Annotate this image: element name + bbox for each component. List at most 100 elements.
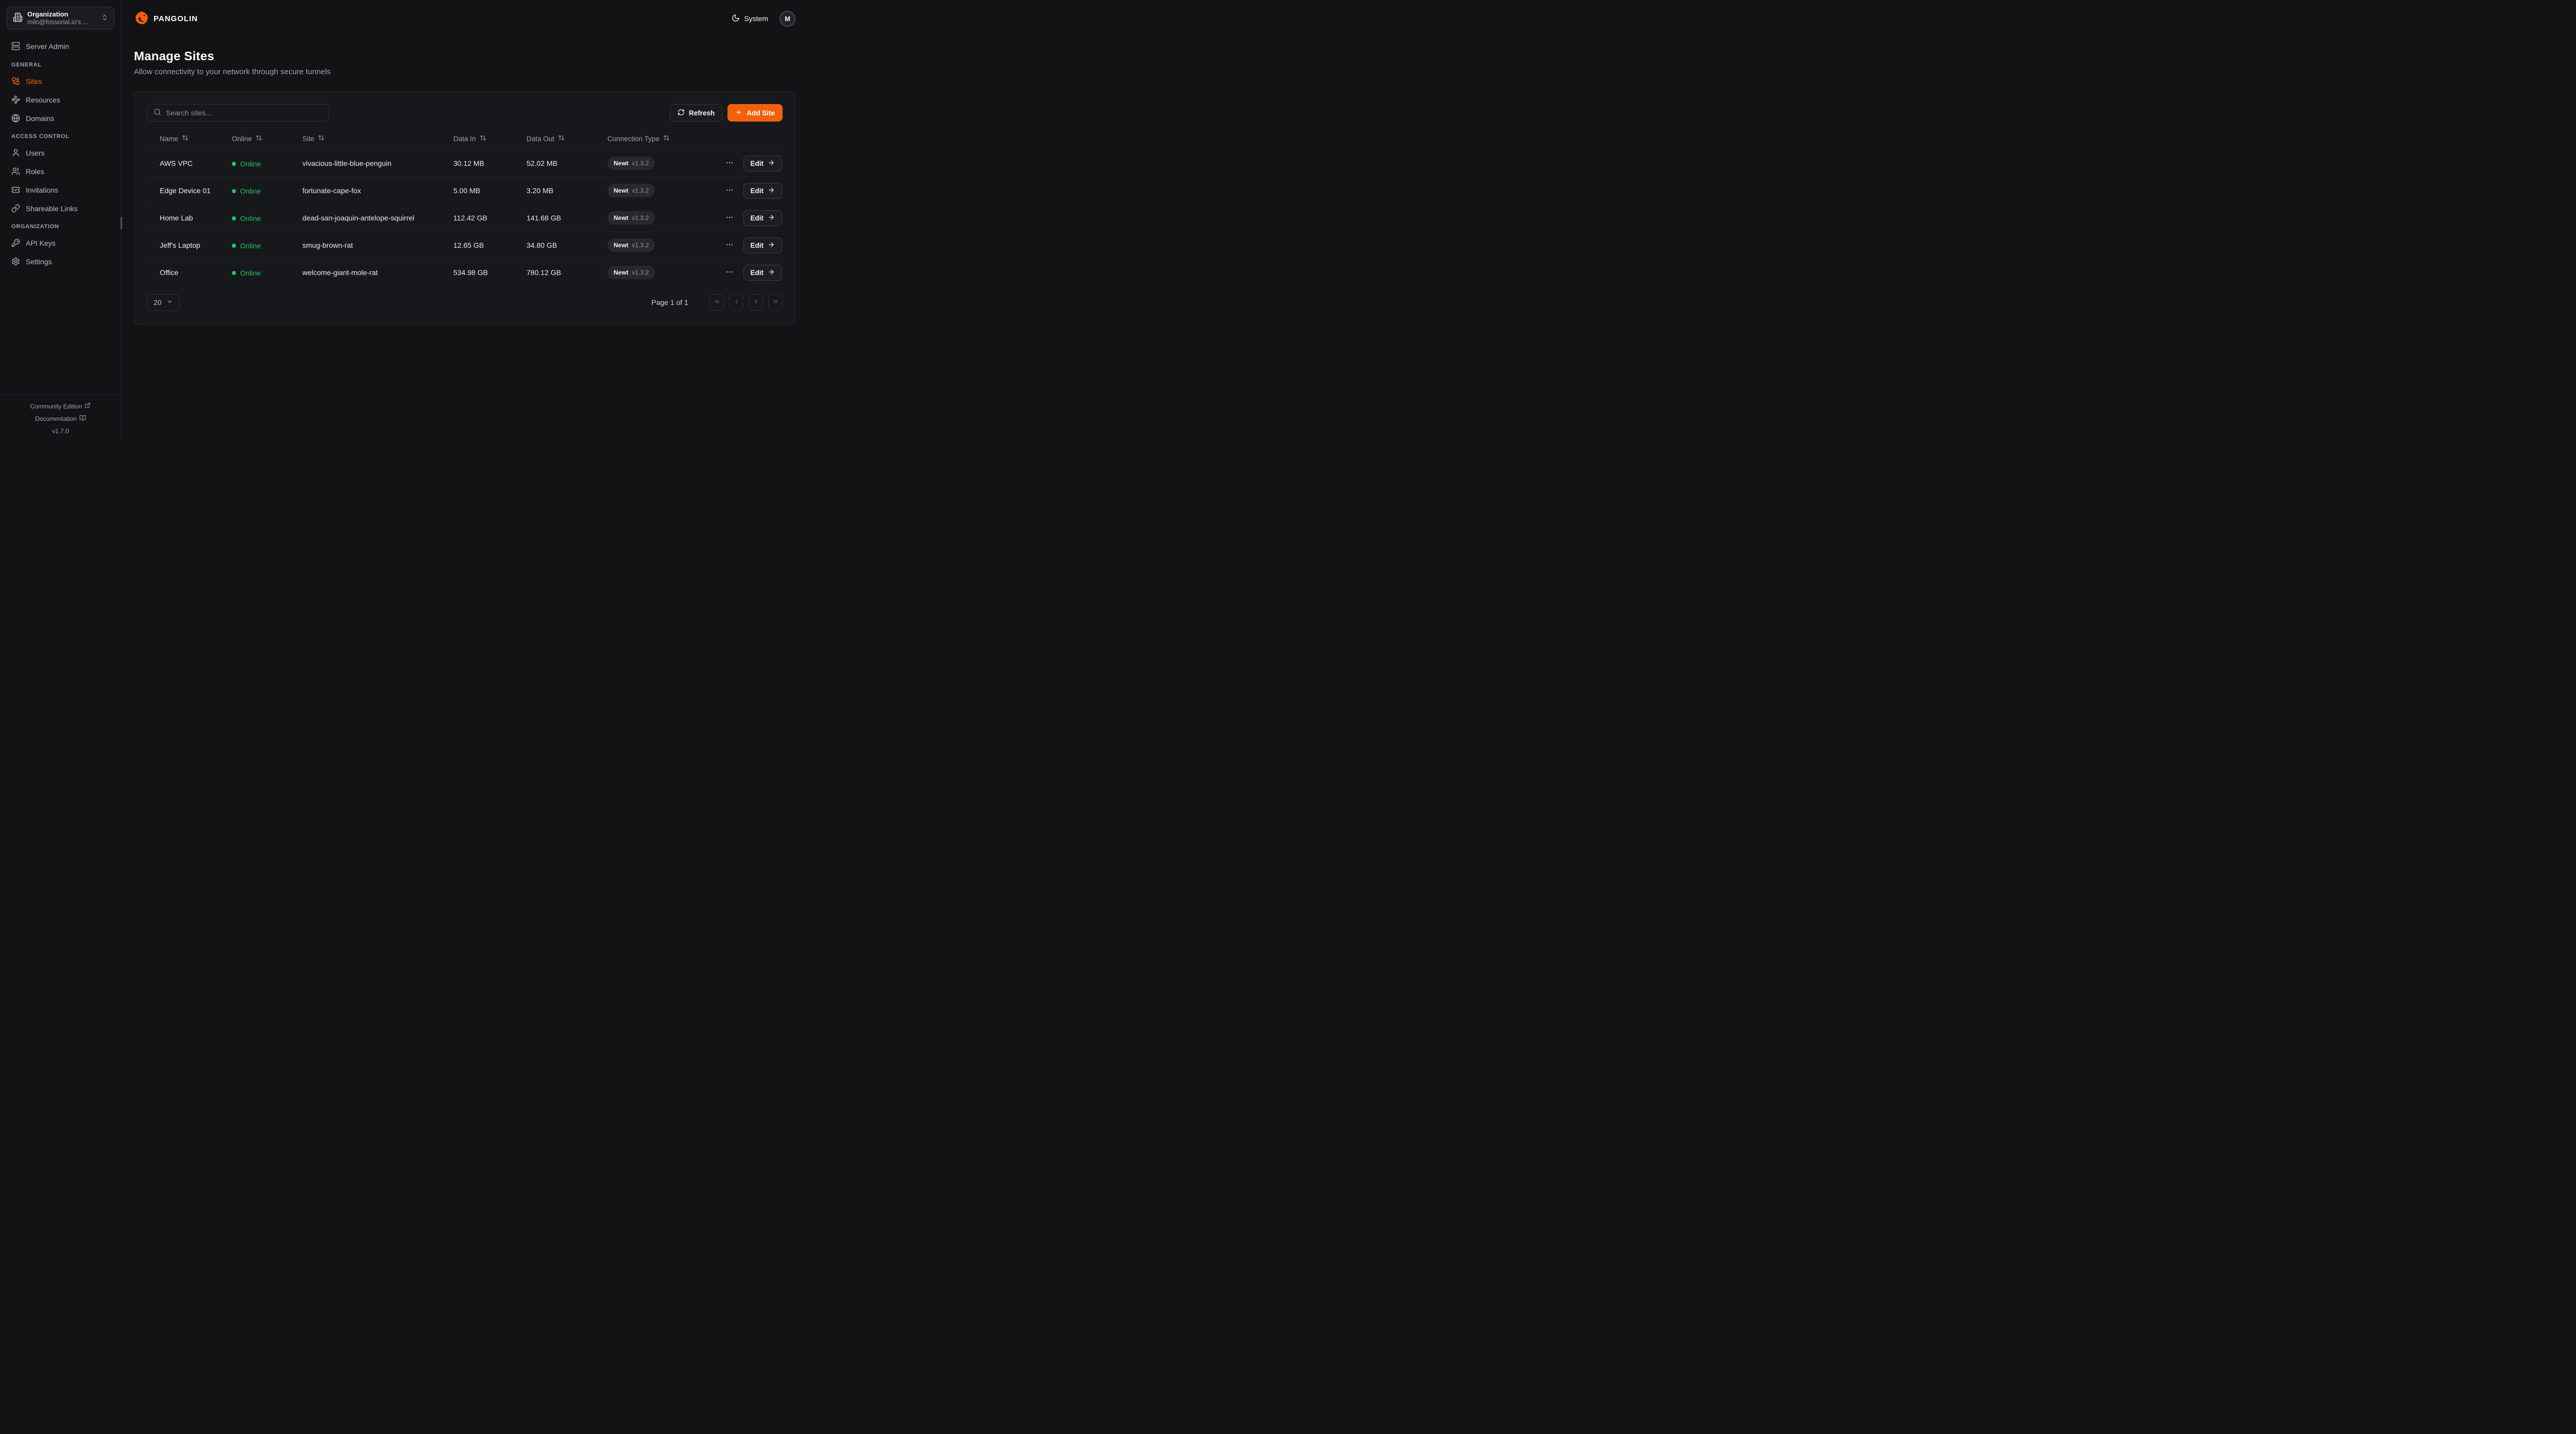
row-menu-button[interactable] bbox=[723, 211, 736, 225]
connection-type: Newt bbox=[614, 242, 629, 249]
last-page-button[interactable] bbox=[768, 294, 783, 311]
card-footer: 20 Page 1 of 1 bbox=[147, 294, 783, 311]
ellipsis-icon bbox=[725, 213, 734, 223]
edit-button[interactable]: Edit bbox=[743, 210, 783, 226]
search-icon bbox=[154, 108, 161, 117]
data-in-value: 534.98 GB bbox=[453, 268, 488, 277]
column-header-data-out[interactable]: Data Out bbox=[527, 134, 565, 143]
arrow-right-icon bbox=[768, 241, 775, 250]
online-cell: Online bbox=[232, 232, 302, 259]
page-title: Manage Sites bbox=[134, 49, 795, 64]
online-status-label: Online bbox=[240, 269, 261, 277]
online-status-label: Online bbox=[240, 242, 261, 250]
brand: PANGOLIN bbox=[134, 10, 198, 27]
column-header-online[interactable]: Online bbox=[232, 134, 262, 143]
site-id-cell: fortunate-cape-fox bbox=[302, 177, 453, 204]
connection-version: v1.3.2 bbox=[632, 160, 649, 167]
site-id-cell: smug-brown-rat bbox=[302, 232, 453, 259]
data-out-value: 3.20 MB bbox=[527, 186, 553, 195]
sort-icon bbox=[182, 134, 189, 143]
sidebar-item-api-keys[interactable]: API Keys bbox=[7, 236, 114, 249]
globe-icon bbox=[11, 114, 20, 123]
edit-button[interactable]: Edit bbox=[743, 237, 783, 253]
add-site-button[interactable]: Add Site bbox=[727, 104, 783, 122]
search-input[interactable] bbox=[166, 109, 323, 117]
data-out-value: 52.02 MB bbox=[527, 159, 557, 167]
app-version: v1.7.0 bbox=[5, 428, 116, 435]
site-name: Jeff's Laptop bbox=[160, 241, 200, 249]
sidebar-item-label: Users bbox=[26, 149, 45, 157]
sort-icon bbox=[256, 134, 262, 143]
data-in-cell: 5.00 MB bbox=[453, 177, 527, 204]
section-label-general: GENERAL bbox=[11, 62, 110, 68]
site-id: vivacious-little-blue-penguin bbox=[302, 159, 392, 167]
refresh-button[interactable]: Refresh bbox=[670, 104, 722, 122]
sidebar-item-server-admin[interactable]: Server Admin bbox=[7, 40, 114, 53]
avatar[interactable]: M bbox=[779, 11, 795, 27]
row-actions-cell: Edit bbox=[729, 150, 783, 177]
chevron-right-icon bbox=[753, 298, 759, 306]
edit-button[interactable]: Edit bbox=[743, 183, 783, 199]
row-menu-button[interactable] bbox=[723, 238, 736, 252]
connection-version: v1.3.2 bbox=[632, 242, 649, 249]
arrow-right-icon bbox=[768, 159, 775, 168]
key-icon bbox=[11, 238, 20, 247]
documentation-label: Documentation bbox=[35, 415, 77, 422]
gear-icon bbox=[11, 257, 20, 266]
topbar-right: System M bbox=[732, 11, 795, 27]
book-open-icon bbox=[79, 415, 86, 423]
sort-icon bbox=[663, 134, 670, 143]
edit-button[interactable]: Edit bbox=[743, 156, 783, 172]
data-out-value: 141.68 GB bbox=[527, 214, 561, 222]
site-id: welcome-giant-mole-rat bbox=[302, 268, 378, 277]
row-menu-button[interactable] bbox=[723, 157, 736, 170]
column-label: Online bbox=[232, 135, 252, 143]
row-menu-button[interactable] bbox=[723, 266, 736, 280]
column-label: Name bbox=[160, 135, 178, 143]
ellipsis-icon bbox=[725, 241, 734, 250]
column-header-site[interactable]: Site bbox=[302, 134, 325, 143]
connection-badge: Newt v1.3.2 bbox=[607, 184, 655, 197]
sidebar-item-sites[interactable]: Sites bbox=[7, 75, 114, 88]
column-header-name[interactable]: Name bbox=[160, 134, 189, 143]
page-size-select[interactable]: 20 bbox=[147, 294, 180, 311]
first-page-button[interactable] bbox=[709, 294, 724, 311]
theme-toggle[interactable]: System bbox=[732, 14, 768, 24]
online-cell: Online bbox=[232, 204, 302, 232]
column-header-connection-type[interactable]: Connection Type bbox=[607, 134, 670, 143]
data-out-cell: 3.20 MB bbox=[527, 177, 607, 204]
sidebar-item-label: Invitations bbox=[26, 186, 58, 194]
edit-button[interactable]: Edit bbox=[743, 265, 783, 281]
data-out-cell: 141.68 GB bbox=[527, 204, 607, 232]
edit-label: Edit bbox=[751, 214, 764, 222]
next-page-button[interactable] bbox=[749, 294, 763, 311]
sidebar-item-invitations[interactable]: Invitations bbox=[7, 183, 114, 196]
org-selector[interactable]: Organization milo@fossorial.io's ... bbox=[7, 7, 114, 29]
connection-type-cell: Newt v1.3.2 bbox=[607, 232, 729, 259]
connection-type-cell: Newt v1.3.2 bbox=[607, 150, 729, 177]
prev-page-button[interactable] bbox=[729, 294, 743, 311]
plus-icon bbox=[735, 109, 742, 117]
sidebar-item-settings[interactable]: Settings bbox=[7, 255, 114, 268]
sidebar-item-domains[interactable]: Domains bbox=[7, 112, 114, 125]
ellipsis-icon bbox=[725, 268, 734, 278]
community-edition-link[interactable]: Community Edition bbox=[30, 402, 91, 410]
data-in-value: 112.42 GB bbox=[453, 214, 487, 222]
sidebar-item-resources[interactable]: Resources bbox=[7, 93, 114, 106]
connection-type-cell: Newt v1.3.2 bbox=[607, 204, 729, 232]
sidebar-item-users[interactable]: Users bbox=[7, 146, 114, 159]
row-actions-cell: Edit bbox=[729, 232, 783, 259]
org-selector-label: Organization bbox=[27, 10, 96, 19]
sidebar-item-roles[interactable]: Roles bbox=[7, 165, 114, 178]
sidebar-item-label: Domains bbox=[26, 114, 54, 123]
row-actions-cell: Edit bbox=[729, 204, 783, 232]
sidebar-item-shareable-links[interactable]: Shareable Links bbox=[7, 202, 114, 215]
edit-label: Edit bbox=[751, 160, 764, 167]
online-status-label: Online bbox=[240, 214, 261, 223]
sidebar-resize-handle[interactable] bbox=[121, 217, 122, 229]
column-header-data-in[interactable]: Data In bbox=[453, 134, 486, 143]
data-in-value: 30.12 MB bbox=[453, 159, 484, 167]
sites-card: Refresh Add Site Name bbox=[134, 91, 795, 325]
row-menu-button[interactable] bbox=[723, 184, 736, 198]
documentation-link[interactable]: Documentation bbox=[35, 415, 86, 423]
